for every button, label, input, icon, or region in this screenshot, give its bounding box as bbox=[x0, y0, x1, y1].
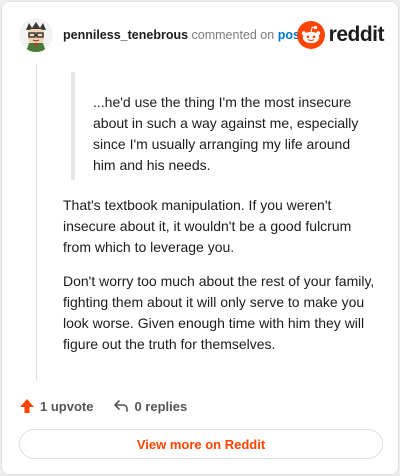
avatar[interactable] bbox=[19, 18, 53, 52]
reply-arrow-icon bbox=[114, 400, 129, 412]
view-more-button[interactable]: View more on Reddit bbox=[19, 429, 383, 459]
arrow-up-icon bbox=[20, 399, 34, 413]
comment-embed-card: penniless_tenebrous commented on post re… bbox=[1, 1, 399, 475]
replies-count: 0 replies bbox=[134, 398, 188, 414]
quote-text: ...he'd use the thing I'm the most insec… bbox=[93, 94, 359, 173]
username-link[interactable]: penniless_tenebrous bbox=[63, 28, 188, 42]
commented-on-text: commented on bbox=[191, 28, 275, 42]
upvote-button[interactable]: 1 upvote bbox=[19, 398, 93, 414]
comment-meta: penniless_tenebrous commented on post bbox=[63, 28, 304, 42]
comment-paragraph: Don't worry too much about the rest of y… bbox=[63, 273, 375, 352]
comment-header: penniless_tenebrous commented on post re… bbox=[19, 18, 385, 54]
upvote-count: 1 upvote bbox=[40, 398, 94, 414]
reddit-wordmark: reddit bbox=[328, 23, 385, 46]
reddit-logo[interactable]: reddit bbox=[296, 20, 385, 50]
blockquote: ...he'd use the thing I'm the most insec… bbox=[71, 72, 371, 180]
thread-line bbox=[36, 64, 37, 380]
comment-actions: 1 upvote 0 replies bbox=[19, 395, 187, 417]
comment-paragraph: That's textbook manipulation. If you wer… bbox=[63, 197, 352, 255]
replies-button[interactable]: 0 replies bbox=[113, 398, 187, 414]
reddit-snoo-icon bbox=[296, 21, 325, 49]
